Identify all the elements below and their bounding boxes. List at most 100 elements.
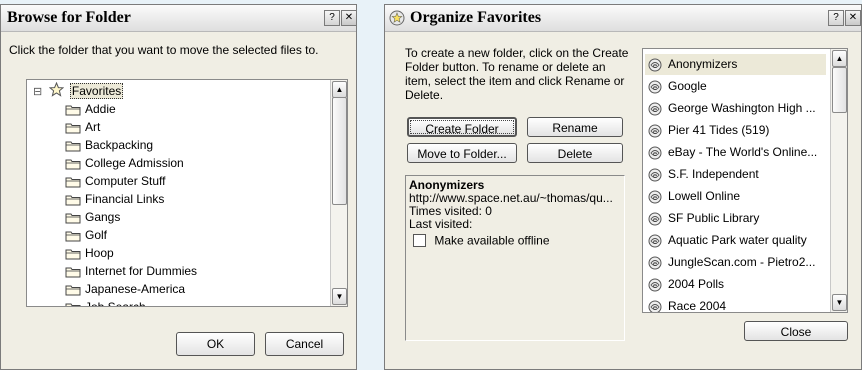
tree-folder-label: Hoop xyxy=(85,246,114,260)
favorites-list[interactable]: e Anonymizers e Google e George Washington Hi… xyxy=(642,48,848,313)
folder-icon xyxy=(65,176,81,188)
rename-button[interactable]: Rename xyxy=(527,117,623,137)
favorite-item[interactable]: e George Washington High ... xyxy=(648,98,826,119)
scroll-thumb[interactable] xyxy=(832,67,847,113)
ie-page-icon: e xyxy=(648,58,662,72)
scroll-up-arrow-icon[interactable]: ▲ xyxy=(832,50,847,67)
create-folder-button[interactable]: Create Folder xyxy=(407,117,517,137)
tree-folder-item[interactable]: Art xyxy=(65,118,100,136)
svg-text:e: e xyxy=(653,216,657,224)
delete-button[interactable]: Delete xyxy=(527,143,623,163)
tree-folder-label: Japanese-America xyxy=(85,282,186,296)
ie-page-icon: e xyxy=(648,80,662,94)
offline-row[interactable]: Make available offline xyxy=(413,233,621,248)
scroll-down-arrow-icon[interactable]: ▼ xyxy=(332,288,347,305)
ie-page-icon: e xyxy=(648,168,662,182)
favorite-item[interactable]: e Lowell Online xyxy=(648,186,826,207)
tree-folder-item[interactable]: Financial Links xyxy=(65,190,164,208)
tree-folder-item[interactable]: Backpacking xyxy=(65,136,153,154)
folder-icon xyxy=(65,284,81,296)
scroll-down-arrow-icon[interactable]: ▼ xyxy=(832,294,847,311)
favorite-item-label: eBay - The World's Online... xyxy=(668,145,818,159)
tree-folder-label: College Admission xyxy=(85,156,184,170)
ie-page-icon: e xyxy=(648,212,662,226)
browse-instruction: Click the folder that you want to move t… xyxy=(9,43,319,57)
tree-folder-label: Art xyxy=(85,120,101,134)
tree-folder-item[interactable]: Job Search xyxy=(65,298,146,307)
help-button[interactable]: ? xyxy=(324,10,340,26)
tree-folder-item[interactable]: Hoop xyxy=(65,244,114,262)
tree-folder-item[interactable]: Internet for Dummies xyxy=(65,262,197,280)
tree-folder-item[interactable]: Japanese-America xyxy=(65,280,185,298)
favorite-item[interactable]: e Google xyxy=(648,76,826,97)
ie-page-icon: e xyxy=(648,300,662,312)
favorite-item-label: Race 2004 xyxy=(668,299,727,313)
scroll-up-arrow-icon[interactable]: ▲ xyxy=(332,81,347,98)
organize-title: Organize Favorites xyxy=(410,9,542,26)
ok-button[interactable]: OK xyxy=(176,332,255,356)
ie-page-icon: e xyxy=(648,190,662,204)
favorite-item[interactable]: e 2004 Polls xyxy=(648,274,826,295)
tree-folder-label: Backpacking xyxy=(85,138,154,152)
favorite-item[interactable]: e S.F. Independent xyxy=(648,164,826,185)
folder-tree[interactable]: ⊟ Favorites Addie Art Backpacking College A… xyxy=(26,79,348,307)
tree-root-label: Favorites xyxy=(69,83,124,100)
svg-text:e: e xyxy=(653,238,657,246)
folder-icon xyxy=(65,266,81,278)
tree-folder-label: Internet for Dummies xyxy=(85,264,198,278)
folder-icon xyxy=(65,248,81,260)
tree-folder-label: Job Search xyxy=(85,300,146,307)
star-icon xyxy=(48,81,64,102)
favorite-item[interactable]: e Anonymizers xyxy=(645,54,826,75)
tree-folder-item[interactable]: Addie xyxy=(65,100,116,118)
organize-help-text: To create a new folder, click on the Cre… xyxy=(405,46,629,102)
favorite-item[interactable]: e JungleScan.com - Pietro2... xyxy=(648,252,826,273)
browse-titlebar: Browse for Folder ? ✕ xyxy=(1,5,357,32)
favorites-star-icon xyxy=(389,10,405,29)
tree-root-favorites[interactable]: ⊟ Favorites xyxy=(33,81,124,102)
tree-scrollbar[interactable]: ▲ ▼ xyxy=(330,80,347,306)
folder-icon xyxy=(65,302,81,306)
scroll-thumb[interactable] xyxy=(332,97,347,205)
help-button[interactable]: ? xyxy=(828,10,844,26)
close-button[interactable]: ✕ xyxy=(845,10,861,26)
close-dialog-button[interactable]: Close xyxy=(744,321,848,341)
ie-page-icon: e xyxy=(648,102,662,116)
tree-folder-item[interactable]: Golf xyxy=(65,226,107,244)
ie-page-icon: e xyxy=(648,124,662,138)
svg-text:e: e xyxy=(653,106,657,114)
organize-favorites-dialog: Organize Favorites ? ✕ To create a new f… xyxy=(384,4,862,370)
favorite-item[interactable]: e Race 2004 xyxy=(648,296,826,313)
svg-text:e: e xyxy=(653,172,657,180)
favorite-item[interactable]: e SF Public Library xyxy=(648,208,826,229)
tree-folder-label: Addie xyxy=(85,102,116,116)
svg-text:e: e xyxy=(653,84,657,92)
move-to-folder-button[interactable]: Move to Folder... xyxy=(407,143,517,163)
favorite-item[interactable]: e eBay - The World's Online... xyxy=(648,142,826,163)
svg-text:e: e xyxy=(653,260,657,268)
favorite-item-label: Pier 41 Tides (519) xyxy=(668,123,770,137)
close-button[interactable]: ✕ xyxy=(341,10,357,26)
collapse-icon[interactable]: ⊟ xyxy=(33,86,42,98)
favorite-item-label: S.F. Independent xyxy=(668,167,759,181)
offline-checkbox[interactable] xyxy=(413,234,426,248)
tree-folder-item[interactable]: Computer Stuff xyxy=(65,172,165,190)
favorite-item-label: SF Public Library xyxy=(668,211,760,225)
favorite-item[interactable]: e Aquatic Park water quality xyxy=(648,230,826,251)
folder-icon xyxy=(65,122,81,134)
tree-folder-label: Computer Stuff xyxy=(85,174,166,188)
favorite-item-label: Aquatic Park water quality xyxy=(668,233,807,247)
svg-text:e: e xyxy=(653,150,657,158)
favorites-scrollbar[interactable]: ▲ ▼ xyxy=(830,49,847,312)
cancel-button[interactable]: Cancel xyxy=(265,332,344,356)
offline-label: Make available offline xyxy=(434,233,550,248)
tree-folder-item[interactable]: Gangs xyxy=(65,208,120,226)
favorite-item-label: 2004 Polls xyxy=(668,277,725,291)
folder-icon xyxy=(65,158,81,170)
folder-icon xyxy=(65,104,81,116)
ie-page-icon: e xyxy=(648,278,662,292)
tree-folder-label: Gangs xyxy=(85,210,121,224)
tree-folder-label: Financial Links xyxy=(85,192,165,206)
tree-folder-item[interactable]: College Admission xyxy=(65,154,184,172)
favorite-item[interactable]: e Pier 41 Tides (519) xyxy=(648,120,826,141)
